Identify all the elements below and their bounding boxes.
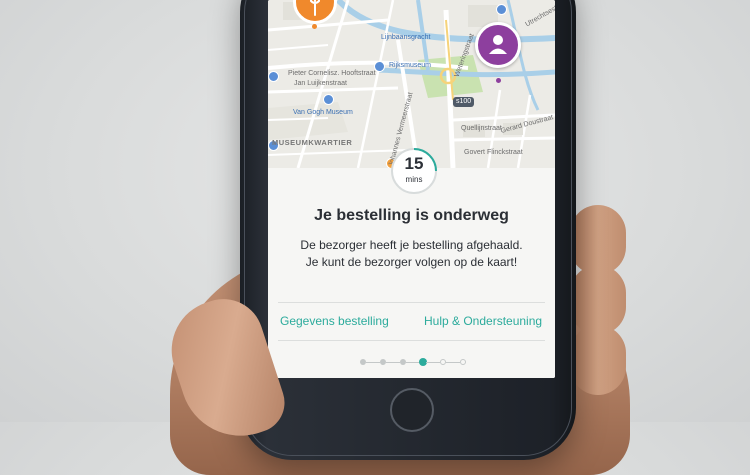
restaurant-pin-anchor (312, 24, 317, 29)
map-label-canal: Lijnbaansgracht (381, 34, 431, 41)
eta-unit: mins (405, 175, 423, 184)
eta-value: 15 (404, 154, 424, 173)
map-label-street: Jan Luijkenstraat (294, 80, 347, 87)
eta-timer: 15 mins (391, 148, 437, 194)
user-pin-anchor (496, 78, 501, 83)
progress-step-dot (460, 359, 466, 365)
progress-indicator (360, 357, 470, 367)
landmark-poi-icon[interactable] (268, 71, 279, 82)
divider (278, 302, 545, 303)
map-label-street: Quellijnstraat (461, 125, 502, 132)
status-title: Je bestelling is onderweg (314, 207, 509, 224)
map-label-street: Pieter Cornelisz. Hooftstraat (288, 70, 376, 77)
progress-connector (386, 362, 400, 363)
person-icon (489, 35, 507, 54)
order-details-link[interactable]: Gegevens bestelling (280, 314, 389, 328)
divider (278, 340, 545, 341)
finger (570, 325, 626, 395)
progress-connector (406, 362, 420, 363)
status-card (268, 168, 555, 378)
map-label-street: Govert Flinckstraat (464, 149, 523, 156)
landmark-poi-icon[interactable] (496, 4, 507, 15)
map-label-rijksmuseum: Rijksmuseum (389, 62, 432, 69)
restaurant-pin[interactable] (293, 0, 337, 24)
app-screen: Pieter Cornelisz. Hooftstraat Jan Luijke… (268, 0, 555, 378)
progress-connector (446, 362, 460, 363)
user-location-pin[interactable] (475, 22, 521, 68)
map-label-district: MUSEUMKWARTIER (272, 138, 353, 147)
road-badge: s100 (453, 97, 475, 107)
van-gogh-poi-icon[interactable] (323, 94, 334, 105)
help-support-link[interactable]: Hulp & Ondersteuning (424, 314, 542, 328)
progress-connector (426, 362, 440, 363)
status-message: De bezorger heeft je bestelling afgehaal… (300, 238, 523, 269)
delivery-map[interactable]: Pieter Cornelisz. Hooftstraat Jan Luijke… (268, 0, 555, 168)
restaurant-icon (310, 0, 320, 16)
home-button[interactable] (390, 388, 434, 432)
progress-connector (366, 362, 380, 363)
map-label-van-gogh: Van Gogh Museum (293, 109, 353, 116)
